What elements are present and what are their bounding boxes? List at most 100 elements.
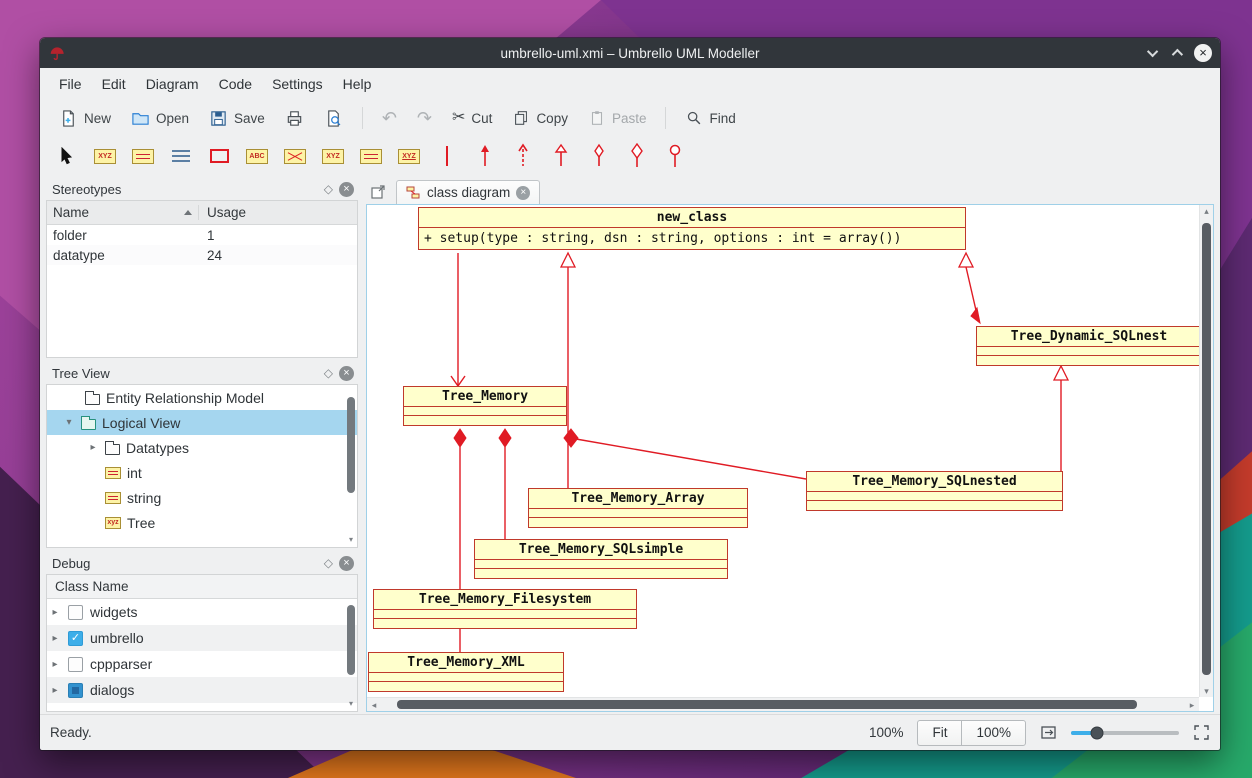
new-button[interactable]: New	[52, 106, 118, 131]
uml-class-tree-memory-sqlnested[interactable]: Tree_Memory_SQLnested	[806, 471, 1063, 511]
chevron-right-icon[interactable]: ▸	[87, 442, 99, 453]
zoom-100-button[interactable]: 100%	[961, 720, 1026, 746]
scroll-left-icon[interactable]: ◂	[367, 699, 381, 711]
table-row[interactable]: datatype 24	[47, 245, 357, 265]
box-tool[interactable]	[206, 142, 232, 170]
tree-view-scrollbar[interactable]: ▾	[346, 387, 356, 545]
fullscreen-icon[interactable]	[1193, 724, 1210, 741]
redo-button[interactable]: ↷	[410, 106, 439, 130]
tree-item-entity-relationship-model[interactable]: Entity Relationship Model	[47, 385, 357, 410]
checkbox-unchecked[interactable]	[68, 605, 83, 620]
template-class-tool[interactable]: XYZ	[320, 142, 346, 170]
dependency-tool[interactable]	[510, 142, 536, 170]
anchor-tool[interactable]	[662, 142, 688, 170]
menu-settings[interactable]: Settings	[263, 72, 332, 96]
menu-edit[interactable]: Edit	[93, 72, 135, 96]
minimize-button[interactable]	[1150, 49, 1158, 57]
scroll-right-icon[interactable]: ▸	[1185, 699, 1199, 711]
menu-file[interactable]: File	[50, 72, 91, 96]
chevron-right-icon[interactable]: ▸	[49, 659, 61, 670]
scrollbar-thumb[interactable]	[347, 605, 355, 675]
tab-close-icon[interactable]: ×	[516, 186, 530, 200]
uml-class-tree-memory-array[interactable]: Tree_Memory_Array	[528, 488, 748, 528]
float-dock-icon[interactable]: ◇	[324, 366, 333, 380]
undo-button[interactable]: ↶	[375, 106, 404, 130]
line-tool[interactable]	[434, 142, 460, 170]
close-button[interactable]: ×	[1194, 44, 1212, 62]
uml-class-tree-dynamic-sqlnest[interactable]: Tree_Dynamic_SQLnest	[976, 326, 1199, 366]
chevron-right-icon[interactable]: ▸	[49, 633, 61, 644]
uml-class-tree-memory-filesystem[interactable]: Tree_Memory_Filesystem	[373, 589, 637, 629]
scroll-down-icon[interactable]: ▾	[349, 699, 353, 709]
float-dock-icon[interactable]: ◇	[324, 556, 333, 570]
composition-tool[interactable]	[624, 142, 650, 170]
scrollbar-thumb[interactable]	[1202, 223, 1211, 675]
object-tool[interactable]: XYZ	[396, 142, 422, 170]
find-button[interactable]: Find	[678, 106, 742, 130]
menu-code[interactable]: Code	[210, 72, 261, 96]
table-row[interactable]: folder 1	[47, 225, 357, 245]
select-arrow-tool[interactable]	[54, 142, 80, 170]
titlebar[interactable]: umbrello-uml.xmi – Umbrello UML Modeller…	[40, 38, 1220, 68]
uml-class-tree-memory-xml[interactable]: Tree_Memory_XML	[368, 652, 564, 692]
tree-item-datatypes[interactable]: ▸ Datatypes	[47, 435, 357, 460]
debug-item-umbrello[interactable]: ▸ ✓ umbrello	[47, 625, 357, 651]
vertical-scrollbar[interactable]: ▴ ▾	[1199, 205, 1213, 697]
scrollbar-thumb[interactable]	[397, 700, 1137, 709]
diagram-canvas[interactable]: new_class + setup(type : string, dsn : s…	[367, 205, 1199, 697]
paste-button[interactable]: Paste	[581, 106, 654, 130]
debug-item-cppparser[interactable]: ▸ cppparser	[47, 651, 357, 677]
stereotyped-class-tool[interactable]	[358, 142, 384, 170]
chevron-right-icon[interactable]: ▸	[49, 607, 61, 618]
tree-item-logical-view[interactable]: ▾ Logical View	[47, 410, 357, 435]
class-tool[interactable]: XYZ	[92, 142, 118, 170]
tree-item-string[interactable]: string	[47, 485, 357, 510]
scroll-down-icon[interactable]: ▾	[349, 535, 353, 545]
debug-scrollbar[interactable]: ▾	[346, 577, 356, 709]
scrollbar-thumb[interactable]	[347, 397, 355, 493]
text-tool[interactable]: ABC	[244, 142, 270, 170]
cut-button[interactable]: ✂ Cut	[445, 107, 499, 129]
column-usage[interactable]: Usage	[199, 205, 357, 220]
interface-tool[interactable]	[130, 142, 156, 170]
zoom-fit-icon[interactable]	[1040, 724, 1057, 741]
checkbox-unchecked[interactable]	[68, 657, 83, 672]
uml-class-tree-memory-sqlsimple[interactable]: Tree_Memory_SQLsimple	[474, 539, 728, 579]
new-tab-button[interactable]	[368, 182, 388, 202]
tab-class-diagram[interactable]: class diagram ×	[396, 180, 540, 204]
chevron-down-icon[interactable]: ▾	[63, 417, 75, 428]
print-preview-button[interactable]	[317, 106, 350, 131]
uml-class-tree-memory[interactable]: Tree_Memory	[403, 386, 567, 426]
debug-item-dialogs[interactable]: ▸ dialogs	[47, 677, 357, 703]
scroll-down-icon[interactable]: ▾	[1200, 685, 1214, 697]
close-dock-button[interactable]: ×	[339, 182, 354, 197]
text-lines-tool[interactable]	[168, 142, 194, 170]
open-button[interactable]: Open	[124, 106, 196, 131]
float-dock-icon[interactable]: ◇	[324, 182, 333, 196]
fit-button[interactable]: Fit	[917, 720, 961, 746]
save-button[interactable]: Save	[202, 106, 272, 131]
uml-class-new-class[interactable]: new_class + setup(type : string, dsn : s…	[418, 207, 966, 250]
slider-handle[interactable]	[1090, 726, 1103, 739]
zoom-slider[interactable]	[1071, 731, 1179, 735]
close-dock-button[interactable]: ×	[339, 556, 354, 571]
print-button[interactable]	[278, 106, 311, 131]
close-dock-button[interactable]: ×	[339, 366, 354, 381]
debug-item-widgets[interactable]: ▸ widgets	[47, 599, 357, 625]
maximize-button[interactable]	[1172, 49, 1180, 57]
aggregation-tool[interactable]	[586, 142, 612, 170]
horizontal-scrollbar[interactable]: ◂ ▸	[367, 697, 1199, 711]
column-name[interactable]: Name	[47, 205, 199, 220]
generalization-tool[interactable]	[548, 142, 574, 170]
scroll-up-icon[interactable]: ▴	[1200, 205, 1214, 217]
chevron-right-icon[interactable]: ▸	[49, 685, 61, 696]
checkbox-checked[interactable]: ✓	[68, 631, 83, 646]
tree-item-tree[interactable]: xyz Tree	[47, 510, 357, 535]
note-tool[interactable]	[282, 142, 308, 170]
checkbox-indeterminate[interactable]	[68, 683, 83, 698]
menu-help[interactable]: Help	[334, 72, 381, 96]
association-tool[interactable]	[472, 142, 498, 170]
tree-item-int[interactable]: int	[47, 460, 357, 485]
copy-button[interactable]: Copy	[505, 106, 575, 130]
menu-diagram[interactable]: Diagram	[137, 72, 208, 96]
